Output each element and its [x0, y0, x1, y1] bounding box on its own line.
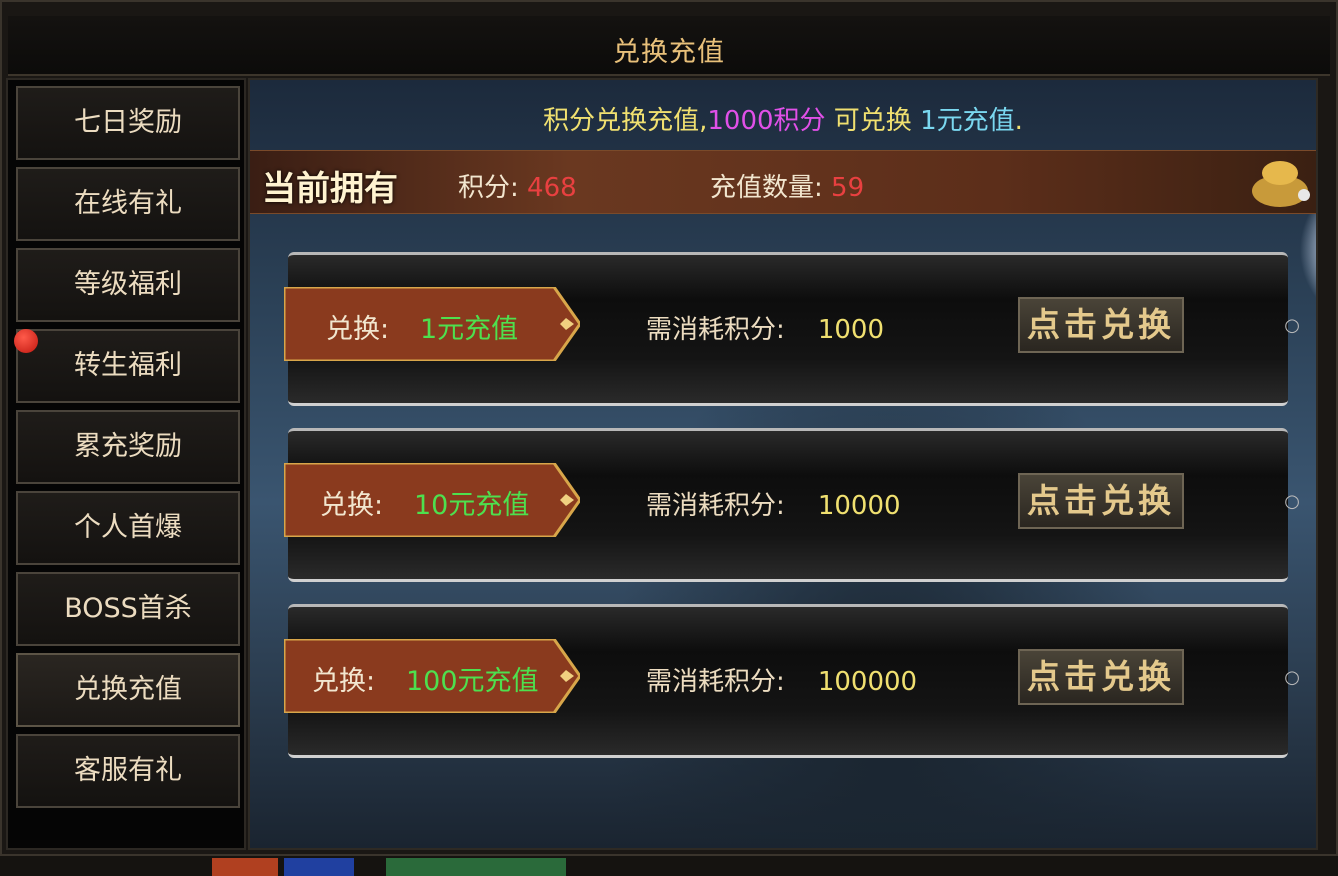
owned-points-label: 积分: — [458, 173, 528, 203]
cost-value: 10000 — [817, 491, 901, 521]
info-mid: 可兑换 — [825, 106, 921, 136]
owned-recharge-value: 59 — [831, 173, 865, 203]
sidebar-item-exchange-recharge[interactable]: 兑换充值 — [16, 653, 240, 727]
bottom-strip-block — [284, 858, 354, 876]
hook-icon: ○ — [1284, 491, 1300, 512]
hook-icon: ○ — [1284, 315, 1300, 336]
cost-label: 需消耗积分: — [646, 315, 785, 345]
exchange-amount: 100元充值 — [406, 666, 539, 697]
owned-points-value: 468 — [527, 173, 577, 203]
sidebar-item-online-gift[interactable]: 在线有礼 — [16, 167, 240, 241]
sidebar-item-seven-day-reward[interactable]: 七日奖励 — [16, 86, 240, 160]
exchange-tag: 兑换: 10元充值 — [284, 463, 580, 537]
exchange-button[interactable]: 点击兑换 — [1018, 297, 1184, 353]
hook-icon: ○ — [1284, 667, 1300, 688]
bottom-strip-block — [386, 858, 566, 876]
exchange-button[interactable]: 点击兑换 — [1018, 473, 1184, 529]
exchange-panel: 积分兑换充值,1000积分 可兑换 1元充值. 当前拥有 积分: 468 充值数… — [248, 78, 1318, 850]
cost-label: 需消耗积分: — [646, 491, 785, 521]
cost-label: 需消耗积分: — [646, 667, 785, 697]
sidebar: 七日奖励 在线有礼 等级福利 转生福利 累充奖励 个人首爆 BOSS首杀 兑换充… — [6, 78, 246, 850]
exchange-amount: 1元充值 — [420, 314, 519, 345]
sidebar-item-rebirth-welfare[interactable]: 转生福利 — [16, 329, 240, 403]
exchange-row: 兑换: 1元充值 需消耗积分: 1000 点击兑换 ○ — [284, 252, 1300, 406]
exchange-rate-info: 积分兑换充值,1000积分 可兑换 1元充值. — [250, 100, 1316, 137]
exchange-tag: 兑换: 100元充值 — [284, 639, 580, 713]
exchange-button[interactable]: 点击兑换 — [1018, 649, 1184, 705]
info-prefix: 积分兑换充值, — [543, 106, 708, 136]
notification-dot-icon — [14, 329, 38, 353]
sidebar-item-boss-first-kill[interactable]: BOSS首杀 — [16, 572, 240, 646]
cost-value: 100000 — [817, 667, 918, 697]
cost-info: 需消耗积分: 10000 — [646, 485, 901, 522]
bottom-strip-block — [212, 858, 278, 876]
window-title: 兑换充值 — [613, 37, 725, 68]
gold-pouch-icon — [1252, 161, 1310, 207]
owned-points: 积分: 468 — [458, 167, 577, 204]
owned-recharge: 充值数量: 59 — [710, 167, 864, 204]
exchange-label: 兑换: — [326, 314, 390, 345]
cost-info: 需消耗积分: 100000 — [646, 661, 917, 698]
info-suffix: . — [1014, 106, 1023, 136]
info-rmb: 1元充值 — [920, 106, 1015, 136]
exchange-amount: 10元充值 — [414, 490, 530, 521]
exchange-label: 兑换: — [312, 666, 376, 697]
exchange-tag: 兑换: 1元充值 — [284, 287, 580, 361]
exchange-row: 兑换: 10元充值 需消耗积分: 10000 点击兑换 ○ — [284, 428, 1300, 582]
exchange-row: 兑换: 100元充值 需消耗积分: 100000 点击兑换 ○ — [284, 604, 1300, 758]
bottom-strip — [0, 856, 1338, 876]
sidebar-item-cumulative-recharge[interactable]: 累充奖励 — [16, 410, 240, 484]
owned-recharge-label: 充值数量: — [710, 173, 832, 203]
window-titlebar: 兑换充值 — [8, 16, 1330, 76]
owned-title: 当前拥有 — [262, 169, 398, 209]
exchange-label: 兑换: — [320, 490, 384, 521]
sidebar-item-customer-service-gift[interactable]: 客服有礼 — [16, 734, 240, 808]
exchange-window: 兑换充值 七日奖励 在线有礼 等级福利 转生福利 累充奖励 个人首爆 BOSS首… — [0, 0, 1338, 856]
sidebar-item-personal-first-drop[interactable]: 个人首爆 — [16, 491, 240, 565]
owned-bar: 当前拥有 积分: 468 充值数量: 59 — [250, 150, 1316, 214]
info-points: 1000积分 — [707, 106, 826, 136]
cost-info: 需消耗积分: 1000 — [646, 309, 884, 346]
cost-value: 1000 — [817, 315, 884, 345]
sidebar-item-level-welfare[interactable]: 等级福利 — [16, 248, 240, 322]
